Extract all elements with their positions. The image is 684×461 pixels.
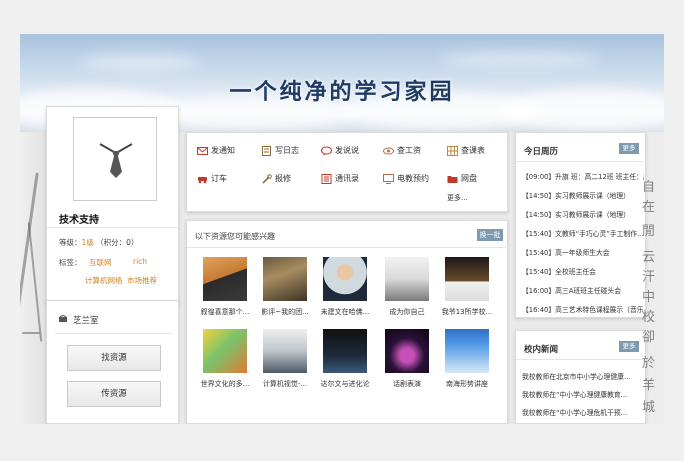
resource-caption[interactable]: 南海形势讲座 bbox=[438, 379, 496, 389]
car-icon bbox=[198, 176, 207, 183]
side-glyph: 汗 bbox=[642, 270, 656, 285]
resource-caption[interactable]: 世界文化的多... bbox=[196, 379, 254, 389]
wrench-icon bbox=[262, 173, 272, 184]
quick-item-post[interactable]: 发说说 bbox=[321, 145, 359, 156]
schedule-item[interactable]: 【16:00】高三A班班主任碰头会 bbox=[522, 285, 644, 295]
resource-caption[interactable]: 我爷13所学校... bbox=[438, 307, 496, 317]
tag-link[interactable]: rich bbox=[133, 257, 147, 266]
divider bbox=[516, 359, 647, 360]
quick-item-diary[interactable]: 写日志 bbox=[261, 145, 299, 156]
resource-thumbnail[interactable] bbox=[203, 329, 247, 373]
folder-icon bbox=[447, 175, 458, 183]
side-glyph: 中 bbox=[642, 290, 656, 305]
level-label: 等级： bbox=[59, 238, 82, 247]
upload-resource-button[interactable]: 传资源 bbox=[67, 381, 161, 407]
mail-icon bbox=[197, 146, 208, 155]
grid-icon bbox=[447, 145, 458, 156]
side-glyph: 校 bbox=[642, 310, 656, 325]
quick-item-contacts[interactable]: 通讯录 bbox=[321, 173, 359, 184]
tag-link[interactable]: 市场推荐 bbox=[127, 275, 157, 286]
resource-caption[interactable]: 话剧表演 bbox=[378, 379, 436, 389]
chat-icon bbox=[321, 146, 332, 155]
resources-panel: 以下资源您可能感兴趣 换一批 叙徨喜意那个... 影评~我的团... 未建文在哈… bbox=[186, 220, 509, 424]
profile-panel: 技术支持 等级：1级 （积分：0） 标签： 互联网 rich 计算机网络 市场推… bbox=[46, 106, 180, 304]
schedule-item[interactable]: 【15:40】文教师“手巧心灵”手工制作... bbox=[522, 228, 644, 238]
quick-item-netdisk[interactable]: 网盘 bbox=[447, 173, 477, 184]
quick-menu-panel: 发通知 写日志 发说说 查工资 查课表 订车 报修 通讯录 电教预约 网盘 更多… bbox=[186, 132, 508, 212]
level-row: 等级：1级 （积分：0） bbox=[59, 237, 138, 248]
news-item[interactable]: 我校教师在“中小学心理健康教育... bbox=[522, 389, 644, 399]
zhilan-title: 芝兰室 bbox=[73, 316, 99, 326]
left-calligraphy-art bbox=[20, 132, 46, 424]
quick-item-notice[interactable]: 发通知 bbox=[197, 145, 235, 156]
news-title: 校内新闻 bbox=[524, 345, 559, 355]
divider bbox=[47, 227, 180, 228]
side-glyph: 卻 bbox=[642, 330, 656, 345]
schedule-item[interactable]: 【16:40】高三艺术特色课程展示（音乐） bbox=[522, 304, 644, 314]
tag-link[interactable]: 计算机网络 bbox=[85, 275, 125, 286]
find-resource-button[interactable]: 找资源 bbox=[67, 345, 161, 371]
schedule-more-button[interactable]: 更多 bbox=[619, 143, 639, 154]
page-frame: 一个纯净的学习家园 技术支持 等级：1级 （积分：0） 标签： 互联网 rich… bbox=[20, 34, 664, 424]
side-glyph: 羊 bbox=[642, 378, 656, 393]
quick-item-timetable[interactable]: 查课表 bbox=[447, 145, 485, 156]
resource-caption[interactable]: 未建文在哈佛... bbox=[316, 307, 374, 317]
zhilan-room-panel: 芝兰室 找资源 传资源 bbox=[46, 300, 179, 424]
resource-caption[interactable]: 计算机视觉-... bbox=[256, 379, 314, 389]
resource-thumbnail[interactable] bbox=[385, 329, 429, 373]
schedule-panel: 今日周历 更多 【09:00】升旗 班：高二12班 班主任：周... 【14:5… bbox=[515, 132, 647, 318]
swap-batch-button[interactable]: 换一批 bbox=[477, 229, 503, 241]
resource-caption[interactable]: 影评~我的团... bbox=[256, 307, 314, 317]
eye-icon bbox=[383, 147, 394, 154]
resource-thumbnail[interactable] bbox=[323, 329, 367, 373]
side-glyph: 自 bbox=[642, 180, 656, 195]
quick-item-repair[interactable]: 报修 bbox=[261, 173, 291, 184]
side-glyph: 云 bbox=[642, 250, 656, 265]
contacts-icon bbox=[321, 173, 332, 184]
note-icon bbox=[262, 145, 271, 156]
news-item[interactable]: 我校教师在“中小学心理危机干预... bbox=[522, 407, 644, 417]
divider bbox=[187, 247, 509, 248]
news-item[interactable]: 我校教师在北京市中小学心理健康... bbox=[522, 371, 644, 381]
news-more-button[interactable]: 更多 bbox=[619, 341, 639, 352]
tie-avatar-icon bbox=[99, 143, 133, 178]
resources-header: 以下资源您可能感兴趣 bbox=[195, 232, 275, 241]
avatar[interactable] bbox=[73, 117, 157, 201]
divider bbox=[55, 333, 172, 334]
schedule-item[interactable]: 【14:50】实习教师展示课（地理） bbox=[522, 209, 644, 219]
schedule-item[interactable]: 【15:40】全校班主任会 bbox=[522, 266, 644, 276]
resource-thumbnail[interactable] bbox=[323, 257, 367, 301]
tag-link[interactable]: 互联网 bbox=[89, 257, 112, 268]
resource-thumbnail[interactable] bbox=[203, 257, 247, 301]
basket-icon bbox=[59, 315, 67, 322]
schedule-item[interactable]: 【15:40】高一年级师生大会 bbox=[522, 247, 644, 257]
resource-thumbnail[interactable] bbox=[385, 257, 429, 301]
side-glyph: 在 bbox=[642, 200, 656, 215]
schedule-item[interactable]: 【14:50】实习教师展示课（地理） bbox=[522, 190, 644, 200]
resource-thumbnail[interactable] bbox=[445, 257, 489, 301]
schedule-item[interactable]: 【09:00】升旗 班：高二12班 班主任：周... bbox=[522, 171, 644, 181]
points-text: （积分：0） bbox=[96, 238, 139, 247]
site-title: 一个纯净的学习家园 bbox=[229, 79, 455, 105]
quick-item-car[interactable]: 订车 bbox=[197, 173, 227, 184]
level-link[interactable]: 1级 bbox=[82, 238, 94, 247]
divider bbox=[516, 161, 647, 162]
quick-item-salary[interactable]: 查工资 bbox=[383, 145, 421, 156]
resource-caption[interactable]: 叙徨喜意那个... bbox=[196, 307, 254, 317]
quick-item-av-booking[interactable]: 电教预约 bbox=[383, 173, 429, 184]
resource-thumbnail[interactable] bbox=[263, 329, 307, 373]
side-glyph: 城 bbox=[642, 400, 656, 415]
news-panel: 校内新闻 更多 我校教师在北京市中小学心理健康... 我校教师在“中小学心理健康… bbox=[515, 330, 647, 424]
resource-caption[interactable]: 成为你自己 bbox=[378, 307, 436, 317]
resource-thumbnail[interactable] bbox=[445, 329, 489, 373]
resource-thumbnail[interactable] bbox=[263, 257, 307, 301]
quick-more-link[interactable]: 更多... bbox=[447, 193, 468, 203]
tags-label: 标签： bbox=[59, 258, 82, 267]
side-glyph: 於 bbox=[642, 356, 656, 371]
schedule-title: 今日周历 bbox=[524, 147, 559, 157]
resource-caption[interactable]: 达尔文与进化论 bbox=[316, 379, 374, 389]
user-name: 技术支持 bbox=[59, 215, 99, 226]
side-glyph: 閒 bbox=[642, 224, 656, 239]
monitor-icon bbox=[383, 173, 394, 184]
